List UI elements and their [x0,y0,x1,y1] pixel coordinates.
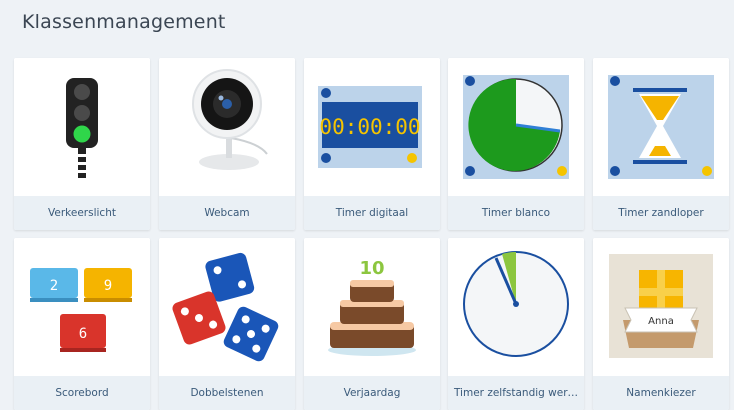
pie-timer-icon [448,58,584,196]
tile-label: Timer digitaal [304,196,440,230]
tile-timer-zandloper[interactable]: Timer zandloper [593,58,729,230]
tile-label: Namenkiezer [593,376,729,410]
hourglass-icon [593,58,729,196]
picked-name: Anna [648,316,674,327]
webcam-icon [159,58,295,196]
scoreboard-icon: 2 9 6 [14,238,150,376]
page-title: Klassenmanagement [22,11,226,33]
digital-timer-icon: 00:00:00 [304,58,440,196]
tile-namenkiezer[interactable]: Anna Namenkiezer [593,238,729,410]
tile-label: Scorebord [14,376,150,410]
tile-scorebord[interactable]: 2 9 6 Scorebord [14,238,150,410]
page-header: Klassenmanagement [0,0,734,50]
name-picker-icon: Anna [593,238,729,376]
timer-display: 00:00:00 [319,115,420,139]
tile-timer-zelfstandig-werken[interactable]: Timer zelfstandig wer… [448,238,584,410]
tile-verkeerslicht[interactable]: Verkeerslicht [14,58,150,230]
tile-label: Timer zelfstandig wer… [448,376,584,410]
cake-number: 10 [359,258,384,279]
score-3: 6 [79,326,87,342]
tile-label: Timer blanco [448,196,584,230]
dice-icon [159,238,295,376]
tile-webcam[interactable]: Webcam [159,58,295,230]
tile-label: Webcam [159,196,295,230]
tile-label: Timer zandloper [593,196,729,230]
tile-label: Dobbelstenen [159,376,295,410]
traffic-light-icon [14,58,150,196]
score-2: 9 [104,278,112,294]
tile-timer-digitaal[interactable]: 00:00:00 Timer digitaal [304,58,440,230]
self-work-timer-icon [448,238,584,376]
tile-verjaardag[interactable]: 10 Verjaardag [304,238,440,410]
tile-dobbelstenen[interactable]: Dobbelstenen [159,238,295,410]
birthday-cake-icon: 10 [304,238,440,376]
tile-timer-blanco[interactable]: Timer blanco [448,58,584,230]
tile-label: Verkeerslicht [14,196,150,230]
score-1: 2 [50,278,58,294]
tile-label: Verjaardag [304,376,440,410]
